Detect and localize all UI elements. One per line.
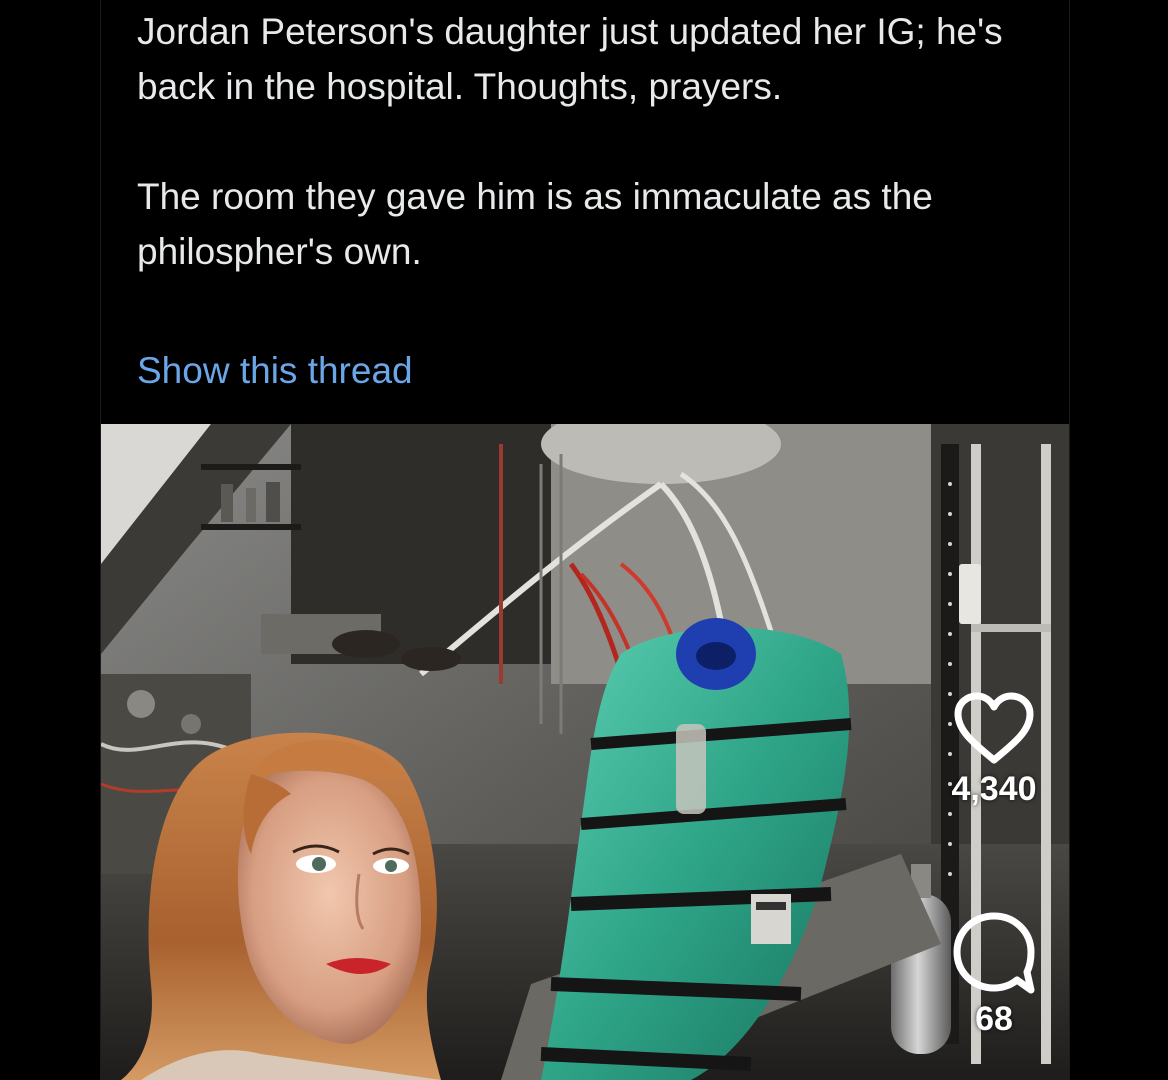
like-action[interactable]: 4,340 <box>919 690 1069 809</box>
heart-icon[interactable] <box>952 690 1036 766</box>
like-count: 4,340 <box>951 770 1037 808</box>
show-thread-link[interactable]: Show this thread <box>137 343 413 398</box>
comment-action[interactable]: 68 <box>919 910 1069 1039</box>
tweet-paragraph-2: The room they gave him is as immaculate … <box>137 176 933 272</box>
tweet-paragraph-1: Jordan Peterson's daughter just updated … <box>137 11 1003 107</box>
tweet-card[interactable]: Jordan Peterson's daughter just updated … <box>100 0 1070 1080</box>
comment-bubble-icon[interactable] <box>951 910 1037 996</box>
screen: Jordan Peterson's daughter just updated … <box>0 0 1168 1080</box>
side-actions: 4,340 68 <box>919 680 1069 1080</box>
comment-count: 68 <box>975 1000 1013 1038</box>
tweet-body: Jordan Peterson's daughter just updated … <box>137 4 1037 279</box>
